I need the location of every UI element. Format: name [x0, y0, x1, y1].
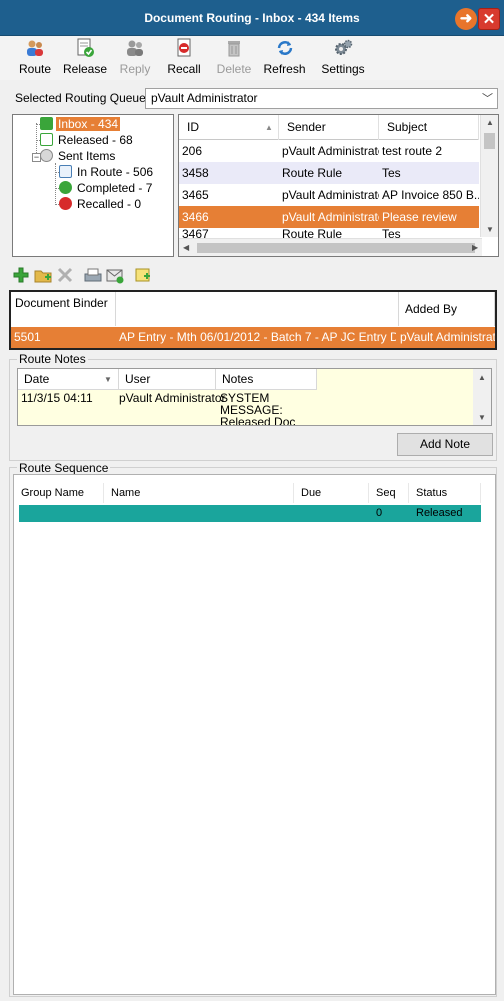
inbox-row[interactable]: 3458 Route Rule Tes	[179, 162, 479, 184]
tree-item-completed[interactable]: Completed - 7	[59, 181, 154, 196]
column-header-id[interactable]: ID ▲	[179, 115, 279, 140]
inbox-row[interactable]: 206 pVault Administrator test route 2	[179, 140, 479, 162]
column-header-notes[interactable]: Notes	[216, 369, 317, 390]
note-text-line3: Released Doc	[220, 415, 296, 426]
inbox-vertical-scrollbar[interactable]: ▲ ▼	[480, 115, 498, 237]
column-header-sender[interactable]: Sender	[279, 115, 379, 140]
chevron-down-icon: ▼	[104, 375, 112, 384]
inbox-row[interactable]: 3465 pVault Administrator AP Invoice 850…	[179, 184, 479, 206]
folder-tree: Inbox - 434 Released - 68 − Sent Items I…	[12, 114, 174, 257]
inbox-grid: ID ▲ Sender Subject 206 pVault Administr…	[178, 114, 499, 257]
scroll-down-icon[interactable]: ▼	[478, 413, 486, 422]
route-notes-grid: Date ▼ User Notes 11/3/15 04:11 pVault A…	[17, 368, 492, 426]
sequence-status: Released	[416, 507, 463, 519]
column-header-document-binder[interactable]: Document Binder	[11, 292, 116, 326]
document-binder-grid: Document Binder Added By 5501 AP Entry -…	[9, 290, 497, 350]
title-bar: Document Routing - Inbox - 434 Items ➜ ✕	[0, 0, 504, 36]
released-document-icon	[40, 133, 53, 146]
tree-item-inbox[interactable]: Inbox - 434	[40, 117, 121, 132]
route-users-icon	[27, 40, 43, 56]
add-folder-icon[interactable]	[34, 266, 52, 284]
recall-button[interactable]: Recall	[165, 38, 203, 78]
release-document-icon	[77, 38, 94, 57]
routing-queue-value: pVault Administrator	[151, 91, 258, 105]
tree-item-in-route[interactable]: In Route - 506	[59, 165, 155, 180]
sort-ascending-icon: ▲	[265, 123, 273, 132]
settings-button[interactable]: Settings	[320, 38, 366, 78]
route-sequence-grid: Group Name Name Due Seq Status 0 Release…	[13, 474, 496, 995]
remove-x-icon[interactable]	[56, 266, 74, 284]
reply-users-icon	[127, 40, 143, 56]
tree-item-recalled[interactable]: Recalled - 0	[59, 197, 143, 212]
scroll-thumb[interactable]	[484, 133, 495, 149]
column-header-date[interactable]: Date ▼	[18, 369, 119, 390]
column-header-subject[interactable]: Subject	[379, 115, 479, 140]
route-notes-label: Route Notes	[17, 352, 88, 366]
column-header-group-name[interactable]: Group Name	[14, 483, 104, 503]
routing-queue-label: Selected Routing Queue:	[15, 91, 150, 105]
inbox-arrow-icon	[40, 117, 53, 130]
close-icon[interactable]: ✕	[478, 8, 500, 30]
add-note-button[interactable]: Add Note	[397, 433, 493, 456]
column-header-user[interactable]: User	[119, 369, 216, 390]
completed-check-icon	[59, 181, 72, 194]
settings-gears-icon	[335, 39, 353, 55]
inbox-row-selected[interactable]: 3466 pVault Administrator Please review	[179, 206, 479, 228]
chevron-down-icon: ﹀	[482, 93, 493, 105]
main-toolbar: Route Release Reply Recall Delete Refres…	[0, 36, 504, 80]
scanner-icon[interactable]	[84, 266, 102, 284]
release-button[interactable]: Release	[62, 38, 108, 78]
binder-row-selected[interactable]: 5501 AP Entry - Mth 06/01/2012 - Batch 7…	[11, 327, 495, 348]
recalled-stop-icon	[59, 197, 72, 210]
tree-item-sent-items[interactable]: Sent Items	[40, 149, 117, 164]
routing-queue-select[interactable]: pVault Administrator ﹀	[145, 88, 498, 109]
scroll-thumb[interactable]	[197, 243, 475, 253]
add-note-icon[interactable]	[134, 266, 152, 284]
add-plus-icon[interactable]	[12, 266, 30, 284]
trash-can-icon	[228, 41, 240, 57]
note-user: pVault Administrator	[119, 391, 226, 405]
column-header-due[interactable]: Due	[294, 483, 369, 503]
inbox-row[interactable]: 3467 Route Rule Tes	[179, 228, 479, 238]
inbox-horizontal-scrollbar[interactable]: ◀ ▶	[179, 238, 482, 256]
column-header-added-by[interactable]: Added By	[399, 292, 495, 326]
window-title: Document Routing - Inbox - 434 Items	[144, 11, 360, 25]
route-button[interactable]: Route	[14, 38, 56, 78]
reply-button[interactable]: Reply	[117, 38, 153, 78]
sequence-seq: 0	[376, 507, 383, 519]
forward-arrow-icon[interactable]: ➜	[455, 8, 477, 30]
note-date: 11/3/15 04:11	[21, 391, 93, 405]
column-header-status[interactable]: Status	[409, 483, 481, 503]
email-document-icon[interactable]	[106, 266, 124, 284]
inbox-grid-header: ID ▲ Sender Subject	[179, 115, 479, 140]
scroll-left-icon[interactable]: ◀	[183, 243, 189, 252]
tree-item-released[interactable]: Released - 68	[40, 133, 135, 148]
notes-vertical-scrollbar[interactable]: ▲ ▼	[473, 369, 491, 425]
sent-items-icon	[40, 149, 53, 162]
column-header-name[interactable]: Name	[104, 483, 294, 503]
column-header-seq[interactable]: Seq	[369, 483, 409, 503]
in-route-document-icon	[59, 165, 72, 178]
delete-button[interactable]: Delete	[214, 38, 254, 78]
scroll-right-icon[interactable]: ▶	[472, 243, 478, 252]
column-header-description[interactable]	[116, 292, 399, 326]
scroll-up-icon[interactable]: ▲	[486, 118, 494, 127]
recall-stop-icon	[177, 38, 191, 57]
sequence-row[interactable]: 0 Released	[19, 505, 481, 522]
scroll-up-icon[interactable]: ▲	[478, 373, 486, 382]
refresh-button[interactable]: Refresh	[262, 38, 307, 78]
route-sequence-label: Route Sequence	[17, 461, 111, 475]
scroll-down-icon[interactable]: ▼	[486, 225, 494, 234]
refresh-arrows-icon	[277, 41, 292, 55]
